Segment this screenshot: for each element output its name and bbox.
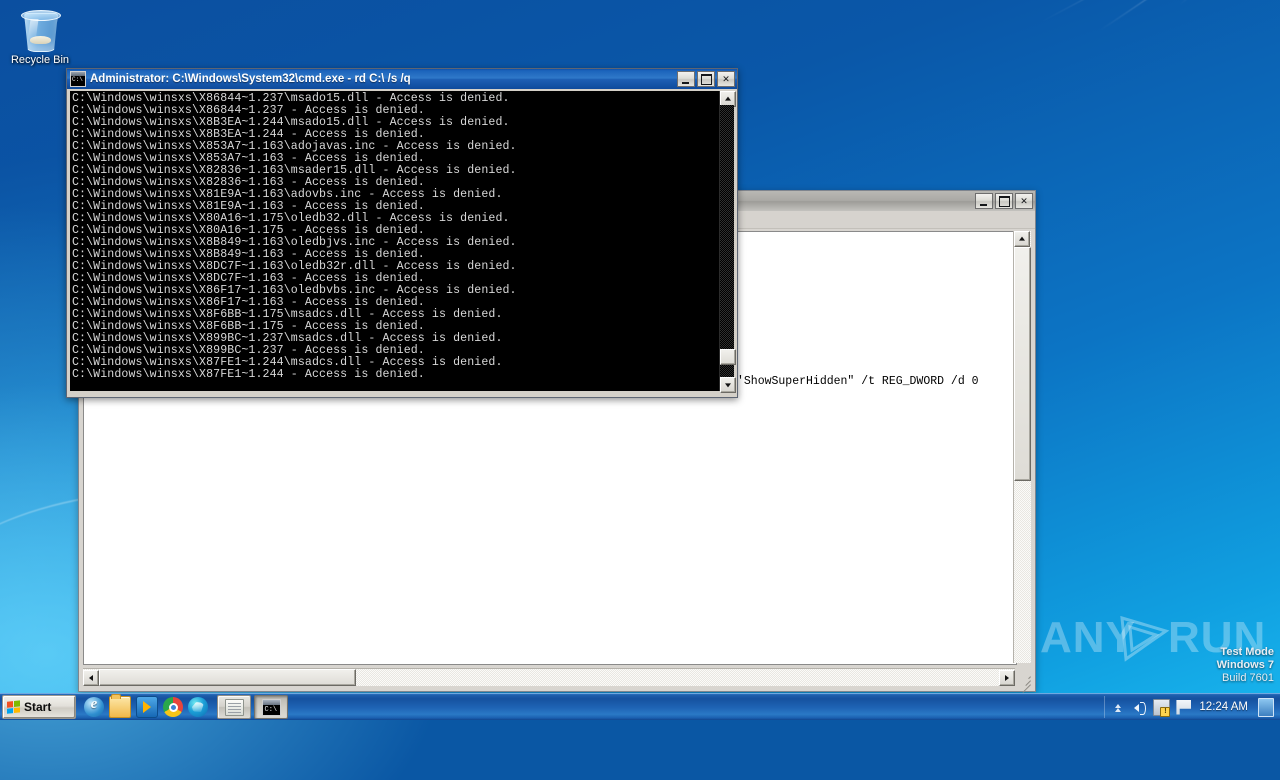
wallpaper-streak [1099,0,1250,31]
start-button-label: Start [24,700,52,714]
start-button[interactable]: Start [2,695,76,719]
task-button-cmd[interactable]: C:\ [254,695,288,719]
cmd-window-controls: ✕ [677,71,735,87]
explorer-icon[interactable] [109,694,131,718]
test-mode-line2: Windows 7 [1216,659,1274,671]
document-scroll-right-button[interactable] [999,669,1015,686]
cmd-console-line: C:\Windows\winsxs\X87FE1~1.244 - Access … [72,368,425,381]
show-hidden-icons-chevron-icon[interactable] [1111,700,1126,715]
cmd-minimize-button[interactable] [677,71,695,87]
document-scroll-left-button[interactable] [83,669,99,686]
test-mode-line3: Build 7601 [1222,672,1274,684]
cmd-window-title: Administrator: C:\Windows\System32\cmd.e… [90,73,411,85]
internet-explorer-icon[interactable] [84,696,104,717]
chrome-icon[interactable] [163,697,183,717]
test-mode-watermark: Test Mode Windows 7 Build 7601 [1217,646,1274,685]
notepad-icon [224,698,244,716]
cmd-close-button[interactable]: ✕ [717,71,735,87]
cmd-console-output[interactable]: C:\Windows\winsxs\X86844~1.237\msado15.d… [70,91,720,391]
document-window-controls: ✕ [975,193,1033,209]
document-vertical-scrollbar[interactable] [1013,231,1031,663]
recycle-bin-icon [18,6,62,52]
show-desktop-button[interactable] [1258,697,1274,717]
windows-logo-icon [7,699,21,714]
quick-launch-bar[interactable] [79,694,213,718]
taskbar-clock[interactable]: 12:24 AM [1197,701,1250,713]
volume-icon[interactable] [1132,700,1147,715]
cmd-scroll-track[interactable] [720,105,734,377]
document-vertical-scroll-thumb[interactable] [1014,247,1031,481]
document-text-line: 'ShowSuperHidden" /t REG_DWORD /d 0 [737,375,979,388]
cmd-vertical-scroll-thumb[interactable] [720,349,736,365]
cmd-window[interactable]: C:\ Administrator: C:\Windows\System32\c… [66,68,738,398]
cmd-console-lines: C:\Windows\winsxs\X86844~1.237\msado15.d… [72,93,720,381]
system-tray[interactable]: 12:24 AM [1104,696,1278,718]
cmd-window-titlebar[interactable]: C:\ Administrator: C:\Windows\System32\c… [67,69,737,89]
cmd-icon: C:\ [261,698,281,716]
cmd-titlebar-icon: C:\ [70,71,86,87]
edge-icon[interactable] [188,697,208,717]
document-close-button[interactable]: ✕ [1015,193,1033,209]
cmd-vertical-scrollbar[interactable] [719,91,736,393]
cmd-maximize-button[interactable] [697,71,715,87]
network-icon[interactable] [1153,698,1171,717]
taskbar-task-buttons[interactable]: C:\ [213,695,1104,719]
document-text-content: 'ShowSuperHidden" /t REG_DWORD /d 0 [737,375,1016,388]
test-mode-line1: Test Mode [1220,646,1274,658]
wallpaper-streak [1179,0,1273,5]
document-horizontal-scrollbar[interactable] [83,668,1015,686]
desktop-icon-recycle-bin[interactable]: Recycle Bin [6,4,74,78]
cmd-scroll-down-button[interactable] [720,377,736,393]
recycle-bin-label: Recycle Bin [10,54,70,66]
wallpaper-streak [1039,0,1173,23]
taskbar[interactable]: Start C:\ 12:24 AM [0,693,1280,720]
media-player-icon[interactable] [136,696,158,718]
document-horizontal-scroll-thumb[interactable] [99,669,356,686]
document-maximize-button[interactable] [995,193,1013,209]
document-scroll-up-button[interactable] [1014,231,1030,247]
document-resize-grip[interactable] [1017,672,1032,693]
task-button-notepad[interactable] [217,695,251,719]
action-center-flag-icon[interactable] [1176,699,1192,715]
document-minimize-button[interactable] [975,193,993,209]
